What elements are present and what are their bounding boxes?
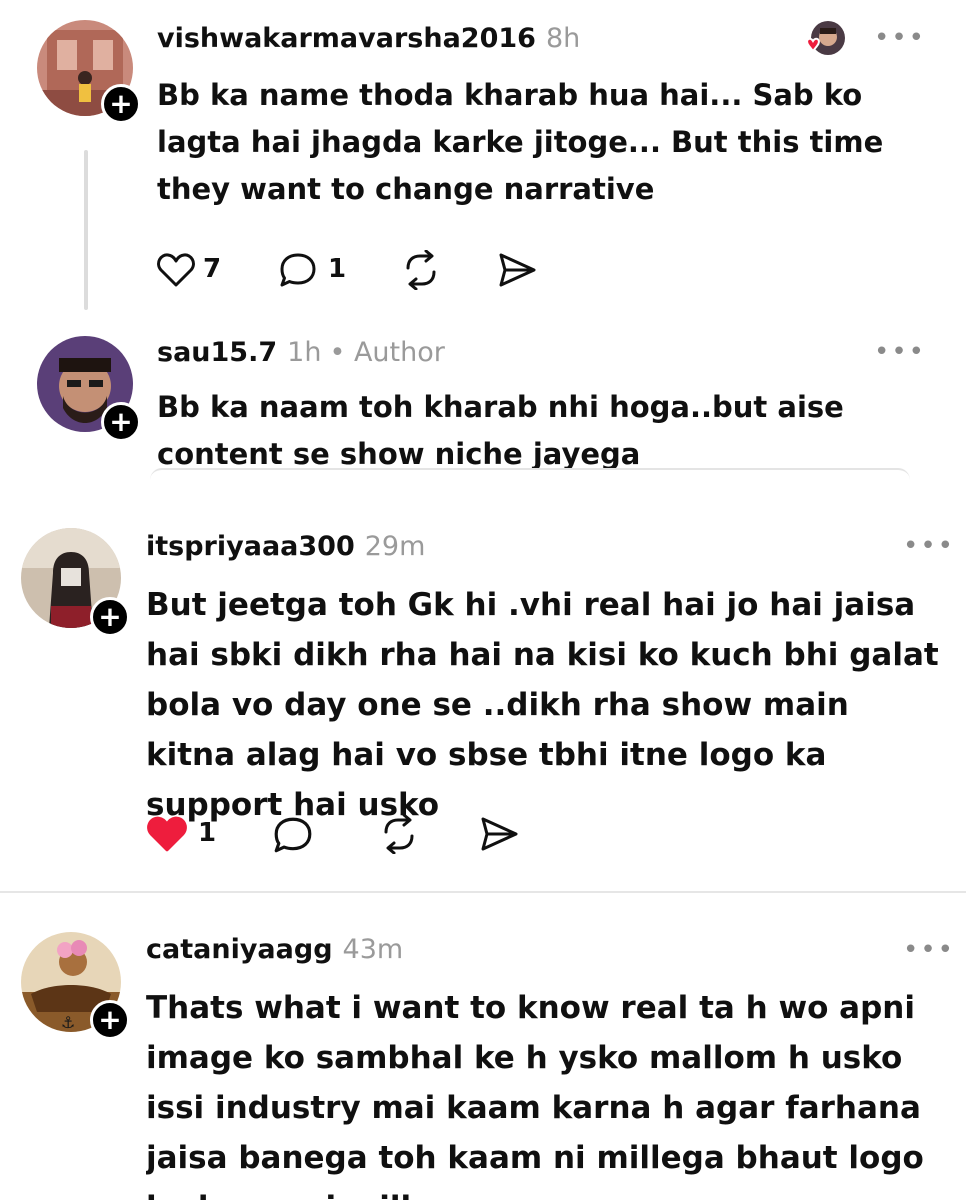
like-count: 1 — [198, 818, 217, 848]
username-text[interactable]: vishwakarmavarsha2016 — [157, 23, 536, 54]
more-options-icon[interactable]: ••• — [903, 533, 955, 559]
post-text: But jeetga toh Gk hi .vhi real hai jo ha… — [146, 587, 939, 823]
heart-icon[interactable] — [156, 252, 196, 288]
post-text-clip: Thats what i want to know real ta h wo a… — [146, 983, 961, 1200]
username[interactable]: vishwakarmavarsha2016 8h — [157, 23, 580, 54]
repost-icon[interactable] — [400, 250, 442, 290]
username-text[interactable]: sau15.7 — [157, 337, 277, 368]
post-text-clip: Bb ka naam toh kharab nhi hoga..but aise… — [157, 384, 937, 468]
follow-button[interactable]: + — [90, 597, 130, 637]
follow-button[interactable]: + — [101, 402, 141, 442]
post-text: Bb ka naam toh kharab nhi hoga..but aise… — [157, 390, 844, 468]
comment-bubble-icon[interactable] — [278, 251, 318, 289]
svg-text:⚓: ⚓ — [61, 1013, 75, 1032]
liked-by-avatar[interactable] — [800, 18, 848, 62]
more-options-icon[interactable]: ••• — [903, 937, 955, 963]
username[interactable]: sau15.7 1h • Author — [157, 337, 445, 368]
timestamp: 8h — [545, 23, 581, 54]
send-icon[interactable] — [478, 815, 520, 853]
timestamp: 1h — [287, 337, 322, 368]
timestamp: 29m — [364, 531, 426, 562]
username[interactable]: itspriyaaa300 29m — [146, 531, 425, 562]
repost-icon[interactable] — [378, 814, 420, 854]
like-count: 7 — [203, 254, 222, 284]
follow-button[interactable]: + — [101, 84, 141, 124]
post-text: Bb ka name thoda kharab hua hai... Sab k… — [157, 78, 884, 206]
username[interactable]: cataniyaagg 43m — [146, 934, 403, 965]
post-text: Thats what i want to know real ta h wo a… — [146, 990, 924, 1200]
more-options-icon[interactable]: ••• — [874, 25, 926, 51]
post-divider — [0, 891, 966, 893]
author-badge: • Author — [329, 337, 445, 368]
card-edge — [150, 468, 910, 482]
more-options-icon[interactable]: ••• — [874, 339, 926, 365]
reply-count: 1 — [328, 254, 347, 284]
follow-button[interactable]: + — [90, 1000, 130, 1040]
username-text[interactable]: cataniyaagg — [146, 934, 333, 965]
username-text[interactable]: itspriyaaa300 — [146, 531, 355, 562]
thread-line — [84, 150, 88, 310]
heart-icon[interactable] — [146, 815, 188, 853]
comment-bubble-icon[interactable] — [272, 815, 314, 855]
send-icon[interactable] — [496, 251, 538, 289]
timestamp: 43m — [342, 934, 404, 965]
